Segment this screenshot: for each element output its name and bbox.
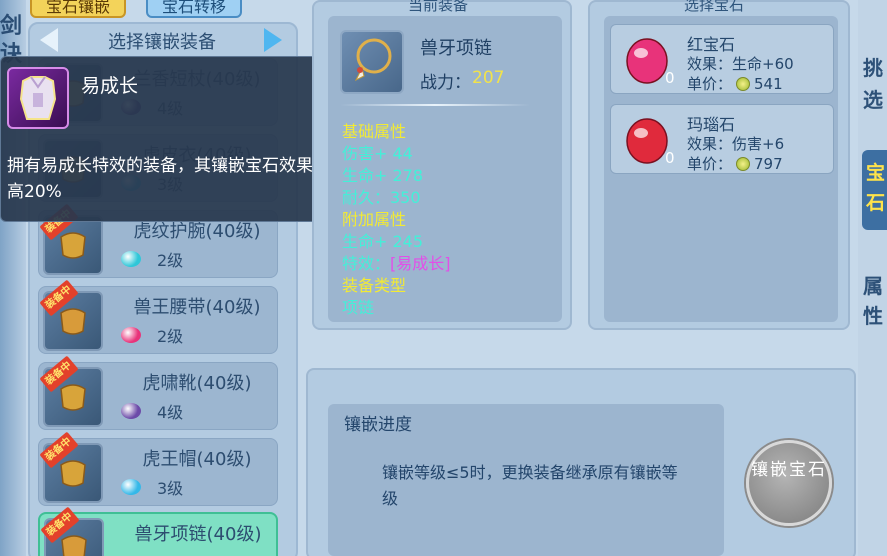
base-attr: 耐久：350	[342, 188, 421, 207]
power-value: 207	[472, 68, 505, 88]
equipment-thumb: 装备中	[39, 431, 103, 503]
gem-name: 红宝石	[687, 35, 736, 54]
equipment-list-item[interactable]: 装备中 虎王帽(40级) 3级	[38, 431, 278, 506]
equipment-list-item[interactable]: 装备中 兽牙项链(40级)	[38, 506, 278, 556]
base-attr-header: 基础属性	[342, 122, 407, 141]
base-attr: 伤害+ 44	[342, 144, 413, 163]
gem-level: 2级	[157, 251, 184, 270]
equipment-name: 兽牙项链(40级)	[134, 524, 262, 545]
gem-name: 玛瑙石	[687, 115, 736, 134]
coin-icon	[736, 77, 751, 91]
inlay-progress-text: 镶嵌等级≤5时，更换装备继承原有镶嵌等级	[382, 463, 678, 508]
necklace-icon	[340, 30, 404, 94]
inlay-gem-button-label: 镶嵌宝石	[751, 460, 827, 480]
current-equipment-title: 当前装备	[408, 0, 469, 14]
gem-effect: 效果：生命+60	[687, 55, 794, 73]
gem-price-row: 单价： 541	[687, 73, 783, 94]
gem-effect: 效果：伤害+6	[687, 135, 785, 153]
right-edge-char: 属	[863, 274, 883, 298]
armor-icon	[7, 67, 69, 129]
right-edge-char: 挑	[863, 56, 883, 80]
right-edge-char: 石	[866, 192, 886, 214]
tooltip-title: 易成长	[81, 75, 139, 97]
equipment-list-item[interactable]: 装备中 虎啸靴(40级) 4级	[38, 355, 278, 430]
equipment-thumb: 装备中	[39, 355, 103, 427]
equipment-thumb: 装备中	[39, 203, 103, 275]
gem-card[interactable]: 0 红宝石 效果：生命+60 单价： 541	[610, 24, 834, 94]
current-equipment-name: 兽牙项链	[420, 38, 492, 59]
extra-attr: 生命+ 245	[342, 232, 424, 251]
base-attr: 生命+ 278	[342, 166, 424, 185]
equip-type-value: 项链	[342, 298, 375, 317]
gem-quantity: 0	[665, 69, 675, 87]
right-edge-char: 宝	[866, 162, 886, 184]
equipment-list-header: 选择镶嵌装备	[36, 26, 288, 56]
gem-level: 4级	[157, 403, 184, 422]
gem-icon	[121, 251, 141, 267]
gem-level: 3级	[157, 479, 184, 498]
tab-gem-transfer[interactable]: 宝石转移	[146, 0, 242, 18]
special-effect-value[interactable]: [易成长]	[390, 254, 451, 273]
gem-price: 797	[754, 155, 783, 173]
tooltip-description: 拥有易成长特效的装备，其镶嵌宝石效果提高20%	[7, 156, 330, 202]
equip-type-header: 装备类型	[342, 276, 407, 295]
power-label: 战力：	[420, 73, 471, 93]
divider	[340, 104, 530, 106]
gem-price-row: 单价： 797	[687, 153, 783, 174]
gem-icon	[121, 403, 141, 419]
tab-gem-inlay[interactable]: 宝石镶嵌	[30, 0, 126, 18]
right-edge-char: 性	[863, 304, 883, 328]
right-edge-char: 选	[863, 88, 883, 112]
special-effect: 特效：[易成长]	[342, 250, 451, 274]
coin-icon	[736, 157, 751, 171]
effect-tooltip: 易成长 拥有易成长特效的装备，其镶嵌宝石效果提高20%	[0, 56, 338, 222]
gem-select-title: 选择宝石	[684, 0, 745, 14]
equipment-name: 兽王腰带(40级)	[133, 297, 261, 318]
gem-price: 541	[754, 75, 783, 93]
equipment-name: 虎啸靴(40级)	[142, 373, 252, 394]
inlay-progress-title: 镶嵌进度	[344, 415, 412, 435]
next-arrow-icon[interactable]	[264, 28, 282, 52]
gem-quantity: 0	[665, 149, 675, 167]
extra-attr-header: 附加属性	[342, 210, 407, 229]
gem-card[interactable]: 0 玛瑙石 效果：伤害+6 单价： 797	[610, 104, 834, 174]
equipment-name: 虎王帽(40级)	[142, 449, 252, 470]
inlay-gem-button[interactable]: 镶嵌宝石	[746, 440, 832, 526]
prev-arrow-icon[interactable]	[40, 28, 58, 52]
equipment-thumb: 装备中	[40, 506, 104, 556]
gem-icon	[121, 327, 141, 343]
equipment-list-title: 选择镶嵌装备	[108, 32, 216, 53]
special-effect-label: 特效：	[342, 254, 391, 273]
gem-icon	[121, 479, 141, 495]
equipment-thumb: 装备中	[39, 279, 103, 351]
gem-price-label: 单价：	[687, 155, 733, 173]
equipment-list-item[interactable]: 装备中 兽王腰带(40级) 2级	[38, 279, 278, 354]
gem-price-label: 单价：	[687, 75, 733, 93]
gem-level: 2级	[157, 327, 184, 346]
